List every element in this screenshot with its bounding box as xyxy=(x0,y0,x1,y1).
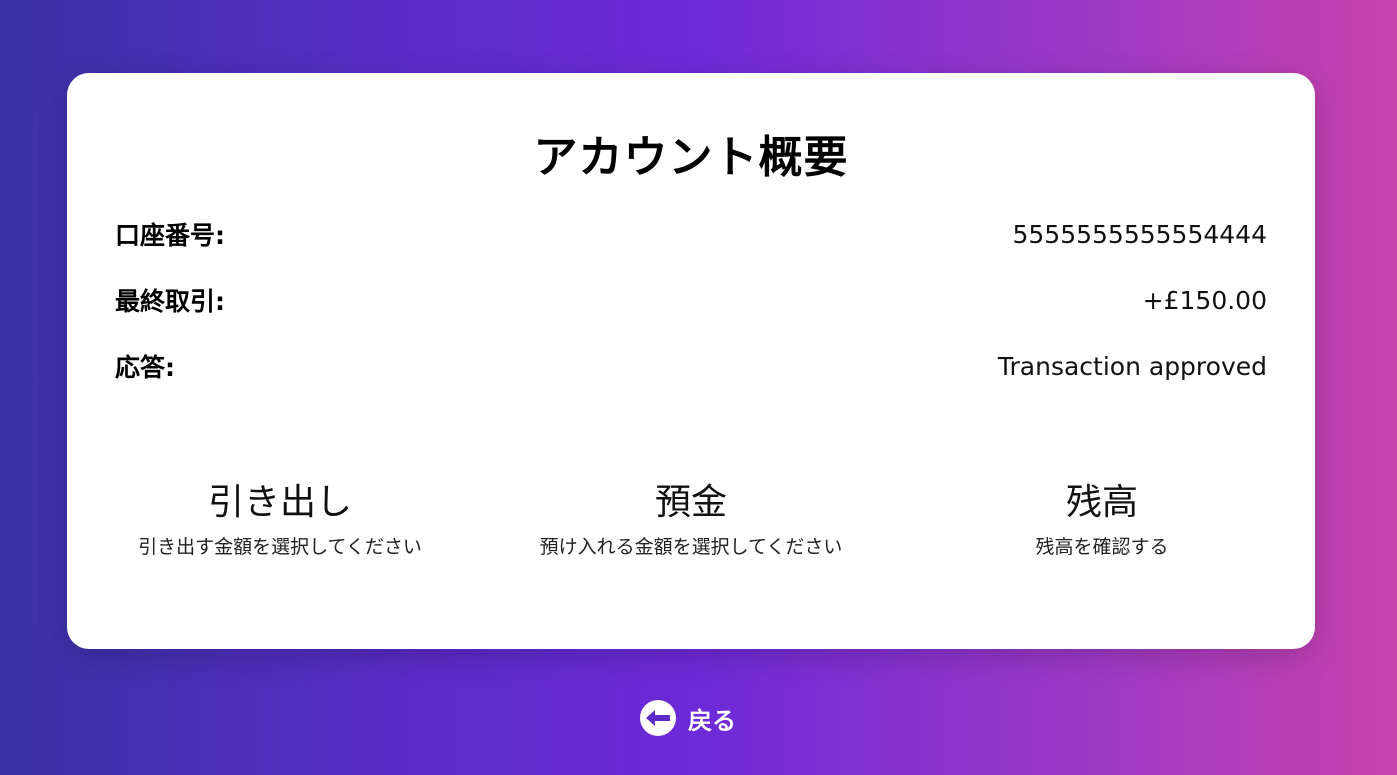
page-title: アカウント概要 xyxy=(533,132,849,183)
account-number-row: 口座番号: 5555555555554444 xyxy=(115,214,1267,254)
last-transaction-label: 最終取引: xyxy=(115,287,225,316)
last-transaction-value: +£150.00 xyxy=(1142,285,1267,315)
deposit-button[interactable]: 預金 預け入れる金額を選択してください xyxy=(526,455,856,585)
deposit-title: 預金 xyxy=(654,482,727,523)
back-label: 戻る xyxy=(688,706,736,735)
balance-button[interactable]: 残高 残高を確認する xyxy=(937,455,1267,585)
balance-title: 残高 xyxy=(1065,482,1138,523)
response-value: Transaction approved xyxy=(997,351,1267,381)
arrow-left-icon xyxy=(640,700,676,736)
withdraw-button[interactable]: 引き出し 引き出す金額を選択してください xyxy=(115,455,445,585)
withdraw-subtitle: 引き出す金額を選択してください xyxy=(138,536,422,558)
back-button[interactable]: 戻る xyxy=(640,700,736,736)
deposit-subtitle: 預け入れる金額を選択してください xyxy=(539,536,843,558)
account-number-value: 5555555555554444 xyxy=(1012,219,1268,249)
balance-subtitle: 残高を確認する xyxy=(1035,536,1169,558)
response-row: 応答: Transaction approved xyxy=(115,346,1267,386)
action-buttons: 引き出し 引き出す金額を選択してください 預金 預け入れる金額を選択してください… xyxy=(115,455,1267,585)
account-number-label: 口座番号: xyxy=(115,221,225,250)
response-label: 応答: xyxy=(115,353,175,382)
last-transaction-row: 最終取引: +£150.00 xyxy=(115,280,1267,320)
account-summary-card: アカウント概要 口座番号: 5555555555554444 最終取引: +£1… xyxy=(67,73,1315,649)
withdraw-title: 引き出し xyxy=(207,482,352,523)
